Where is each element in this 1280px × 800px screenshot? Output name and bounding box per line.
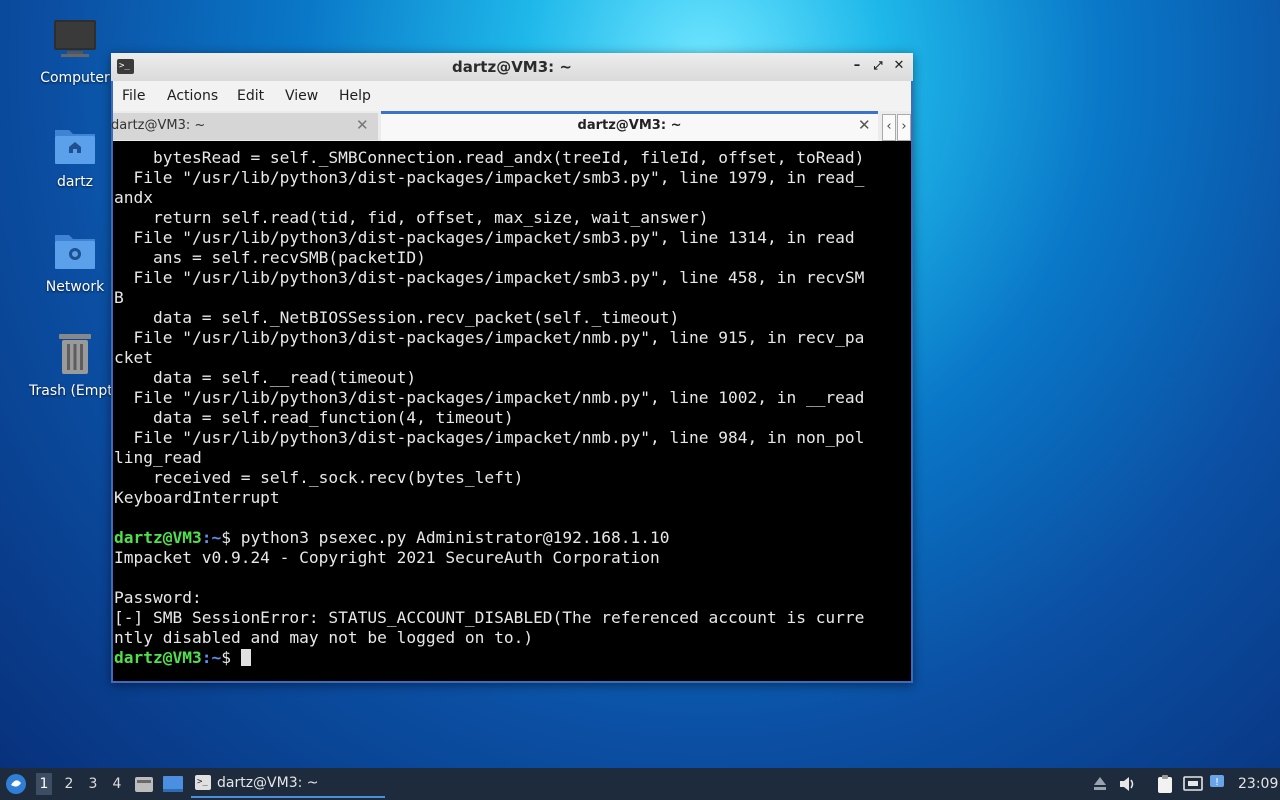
prompt-path: :~ — [201, 648, 222, 667]
tab-bar: dartz@VM3: ~ ✕ dartz@VM3: ~ ✕ ‹ › — [111, 111, 911, 141]
tab-label: dartz@VM3: ~ — [577, 118, 682, 133]
tab-active[interactable]: dartz@VM3: ~ ✕ — [381, 111, 878, 141]
notification-icon[interactable]: ! — [1208, 773, 1228, 797]
workspace-3[interactable]: 3 — [85, 776, 101, 792]
desktop-icon-home[interactable]: dartz — [25, 122, 125, 190]
close-button[interactable]: ✕ — [890, 57, 908, 75]
tab-close-icon[interactable]: ✕ — [858, 116, 871, 134]
svg-text:!: ! — [1215, 777, 1219, 788]
desktop-icon-label: Trash (Empty) — [29, 383, 125, 399]
menu-edit[interactable]: Edit — [237, 88, 264, 104]
trash-icon — [51, 331, 99, 379]
prompt-user: dartz@VM3 — [114, 528, 202, 547]
start-menu-icon[interactable] — [5, 773, 27, 799]
desktop-icon-label: Network — [45, 279, 105, 295]
tab-label: dartz@VM3: ~ — [111, 118, 206, 133]
prompt-symbol: $ — [221, 528, 241, 547]
tab-scroll-right-icon[interactable]: › — [897, 114, 911, 141]
prompt-path: :~ — [201, 528, 222, 547]
workspace-2[interactable]: 2 — [61, 776, 77, 792]
menu-file[interactable]: File — [122, 88, 145, 104]
desktop-icon-label: dartz — [56, 174, 94, 190]
window-titlebar[interactable]: >_ dartz@VM3: ~ – ⤢ ✕ — [111, 53, 913, 81]
clock[interactable]: 23:09 — [1238, 776, 1278, 792]
tab-scroll-left-icon[interactable]: ‹ — [882, 114, 896, 141]
desktop-icon-label: Computer — [40, 70, 110, 86]
terminal-output[interactable]: bytesRead = self._SMBConnection.read_and… — [113, 141, 911, 681]
taskbar: 1 2 3 4 >_ dartz@VM3: ~ ! 23:09 — [0, 768, 1280, 800]
task-label: dartz@VM3: ~ — [217, 775, 319, 791]
workspace-4[interactable]: 4 — [109, 776, 125, 792]
prompt-symbol: $ — [221, 648, 241, 667]
workspace-1[interactable]: 1 — [36, 773, 52, 795]
menu-actions[interactable]: Actions — [167, 88, 218, 104]
desktop-icon-computer[interactable]: Computer — [25, 18, 125, 86]
terminal-window: >_ dartz@VM3: ~ – ⤢ ✕ File Actions Edit … — [111, 53, 913, 683]
network-folder-icon — [51, 227, 99, 275]
computer-icon — [51, 18, 99, 66]
command-text: python3 psexec.py Administrator@192.168.… — [240, 528, 670, 547]
volume-icon[interactable] — [1118, 775, 1138, 797]
window-title: dartz@VM3: ~ — [452, 58, 572, 76]
file-manager-icon[interactable] — [134, 774, 154, 798]
home-folder-icon — [51, 122, 99, 170]
maximize-button[interactable]: ⤢ — [869, 57, 887, 75]
menu-view[interactable]: View — [285, 88, 318, 104]
network-status-icon[interactable] — [1182, 774, 1204, 798]
menu-bar: File Actions Edit View Help — [113, 81, 911, 111]
traceback-text: bytesRead = self._SMBConnection.read_and… — [114, 148, 865, 507]
tab-inactive[interactable]: dartz@VM3: ~ ✕ — [111, 113, 378, 140]
eject-icon[interactable] — [1092, 775, 1108, 797]
minimize-button[interactable]: – — [848, 57, 866, 75]
desktop-icon-network[interactable]: Network — [25, 227, 125, 295]
terminal-app-icon: >_ — [195, 775, 211, 790]
desktop-icon-trash[interactable]: Trash (Empty) — [25, 331, 125, 399]
prompt-user: dartz@VM3 — [114, 648, 202, 667]
clipboard-icon[interactable] — [1156, 774, 1174, 798]
taskbar-task-terminal[interactable]: >_ dartz@VM3: ~ — [191, 770, 385, 798]
menu-help[interactable]: Help — [339, 88, 371, 104]
text-cursor — [240, 649, 251, 666]
tab-close-icon[interactable]: ✕ — [356, 116, 369, 134]
command-output: Impacket v0.9.24 - Copyright 2021 Secure… — [114, 548, 865, 647]
show-desktop-icon[interactable] — [162, 774, 184, 798]
